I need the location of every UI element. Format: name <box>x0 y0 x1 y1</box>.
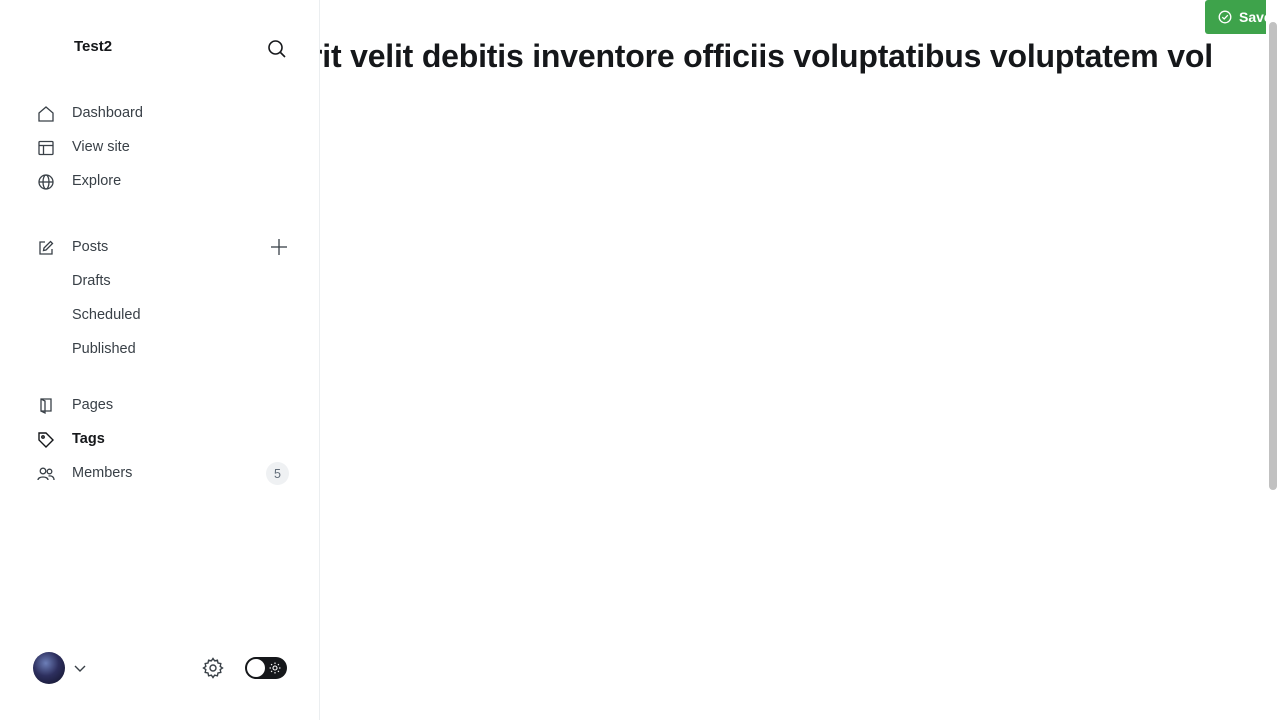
nav-item-scheduled[interactable]: Scheduled <box>0 298 320 332</box>
add-post-icon[interactable] <box>268 236 290 258</box>
toggle-knob <box>247 659 265 677</box>
gear-icon[interactable] <box>201 656 225 680</box>
nav-item-tags[interactable]: Tags <box>0 422 320 456</box>
layout-icon <box>38 140 54 156</box>
nav-label: Posts <box>72 239 109 255</box>
nav-label: View site <box>72 139 130 155</box>
nav-item-view-site[interactable]: View site <box>0 130 320 164</box>
sidebar: Test2 Dashboard View site Explore Posts … <box>0 0 320 720</box>
members-count-badge: 5 <box>266 462 289 485</box>
nav-label: Drafts <box>72 273 111 289</box>
nav-item-members[interactable]: Members 5 <box>0 456 320 490</box>
edit-icon <box>39 240 54 255</box>
editor-area: rit velit debitis inventore officiis vol… <box>320 0 1266 720</box>
nav-label: Pages <box>72 397 114 413</box>
scroll-thumb[interactable] <box>1269 22 1277 490</box>
site-title[interactable]: Test2 <box>74 38 112 55</box>
theme-toggle[interactable] <box>245 657 287 679</box>
search-icon[interactable] <box>265 37 289 61</box>
nav-label: Members <box>72 465 133 481</box>
post-title[interactable]: rit velit debitis inventore officiis vol… <box>320 38 1213 75</box>
sun-icon <box>269 662 281 674</box>
nav-item-explore[interactable]: Explore <box>0 164 320 198</box>
globe-icon <box>38 174 54 190</box>
nav-item-dashboard[interactable]: Dashboard <box>0 96 320 130</box>
nav-label: Published <box>72 341 136 357</box>
nav-label: Dashboard <box>72 105 143 121</box>
nav-item-posts[interactable]: Posts <box>0 230 320 264</box>
nav-item-pages[interactable]: Pages <box>0 388 320 422</box>
scrollbar[interactable] <box>1266 0 1280 720</box>
check-circle-icon <box>1218 10 1232 24</box>
nav-item-published[interactable]: Published <box>0 332 320 366</box>
nav-label: Explore <box>72 173 122 189</box>
chevron-down-icon[interactable] <box>72 660 88 676</box>
tag-icon <box>38 432 54 448</box>
nav-label: Tags <box>72 431 105 447</box>
avatar[interactable] <box>33 652 65 684</box>
nav-item-drafts[interactable]: Drafts <box>0 264 320 298</box>
pages-icon <box>40 398 52 415</box>
nav-label: Scheduled <box>72 307 141 323</box>
members-icon <box>37 467 55 481</box>
home-icon <box>38 106 54 122</box>
